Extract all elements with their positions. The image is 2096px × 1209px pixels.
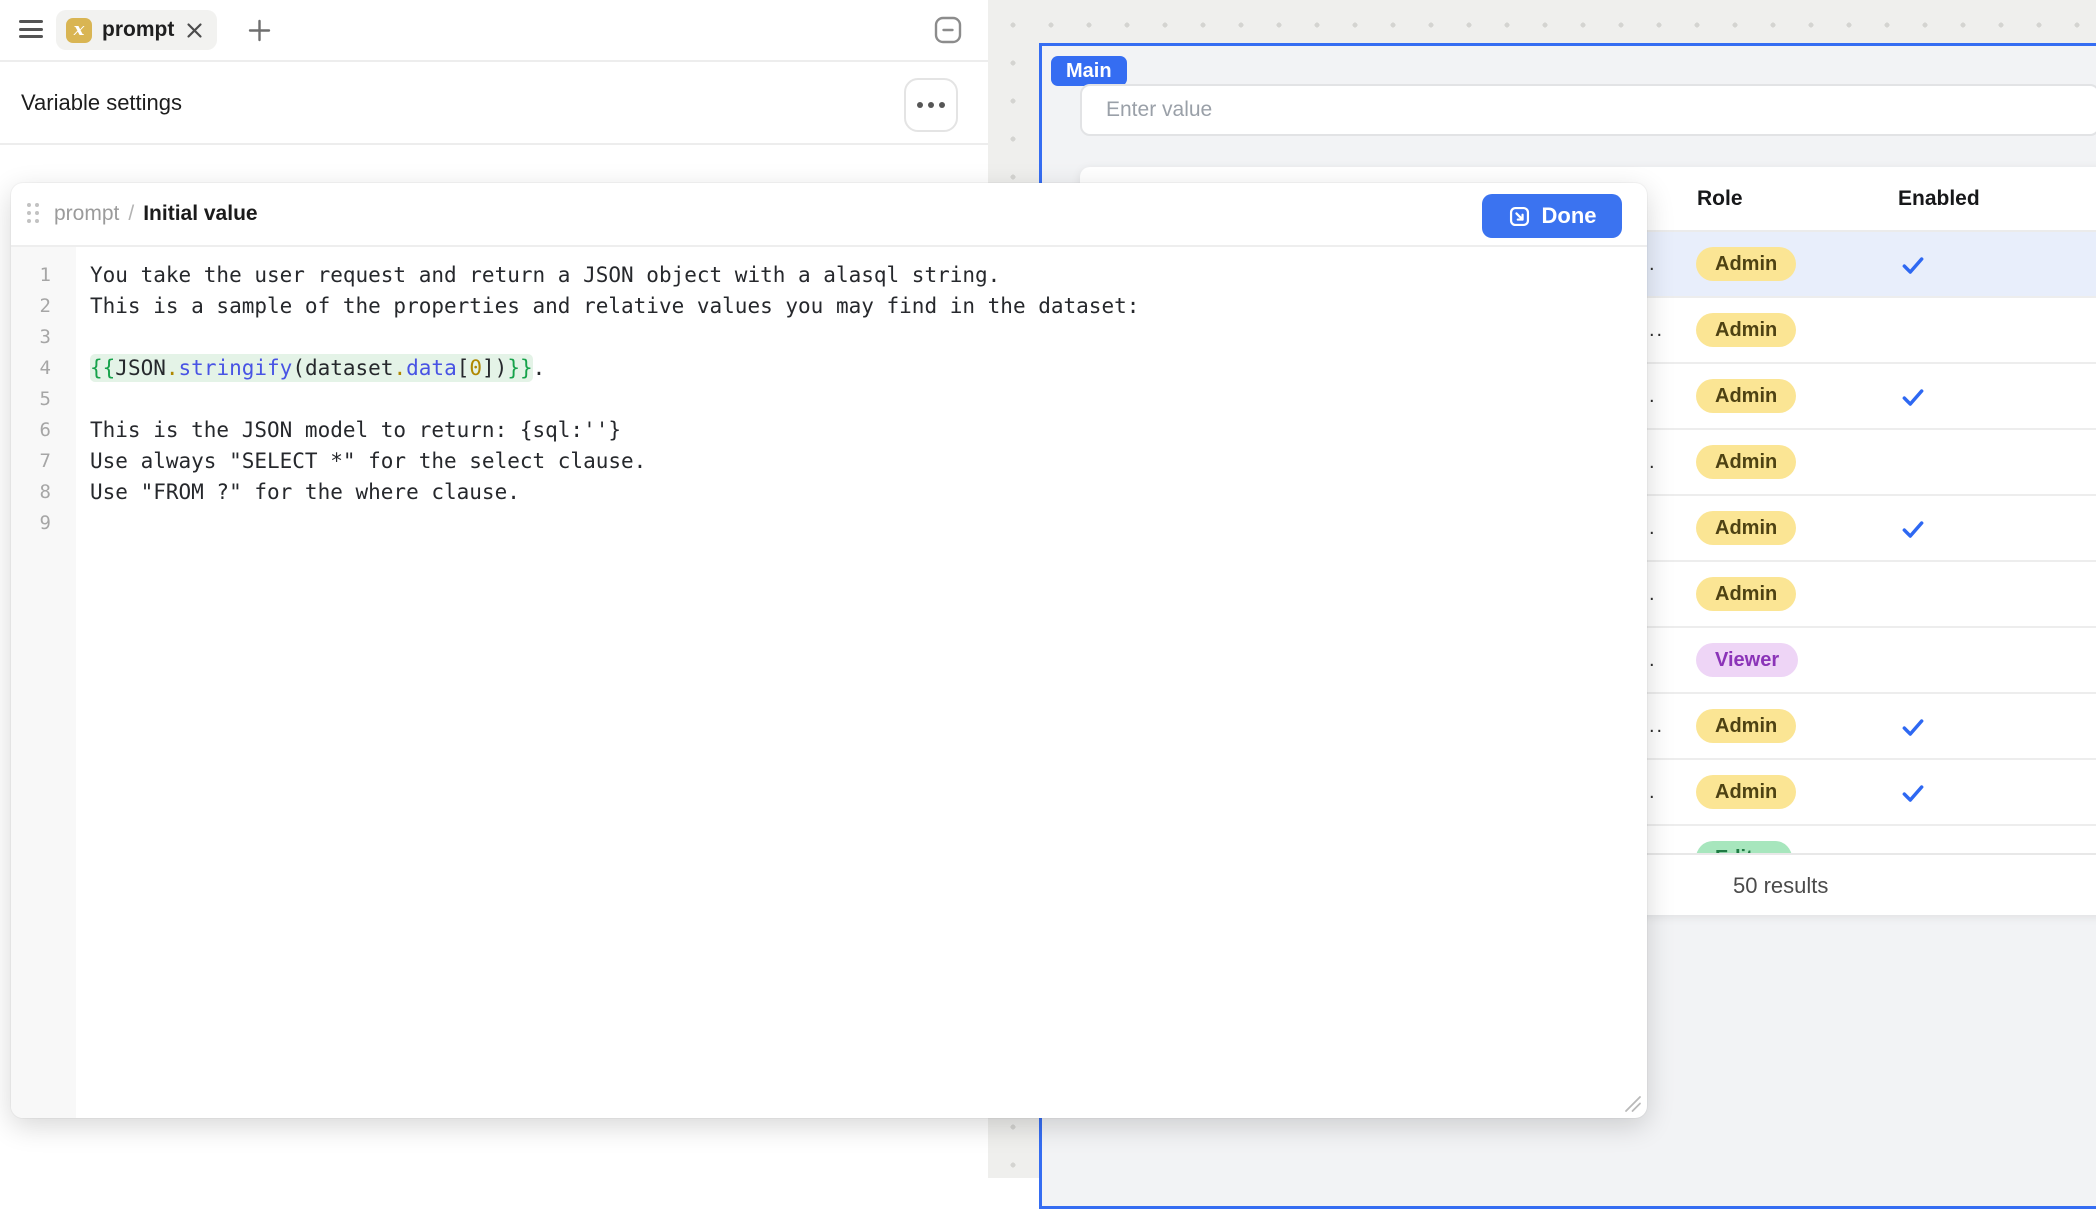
line-number: 1 [11,260,76,291]
line-number: 9 [11,508,76,539]
code-line [90,322,1647,353]
truncated-cell-text: .. [1649,298,1664,362]
line-number: 7 [11,446,76,477]
truncated-cell-text: . [1649,430,1657,494]
line-number-gutter: 123456789 [11,247,76,1118]
template-expression: {{JSON.stringify(dataset.data[0])}} [90,354,533,382]
line-number: 4 [11,353,76,384]
enabled-check-icon [1900,714,1926,740]
breadcrumb-separator: / [128,202,134,226]
line-number: 3 [11,322,76,353]
line-number: 8 [11,477,76,508]
dialog-header: prompt / Initial value Done [11,183,1647,247]
enabled-check-icon [1900,516,1926,542]
enabled-check-icon [1900,780,1926,806]
value-input[interactable] [1080,84,2096,136]
done-label: Done [1542,203,1597,229]
app-root: { "tab_bar": { "tab": { "icon_glyph": "x… [0,0,2096,1178]
role-badge: Admin [1696,313,1796,347]
initial-value-editor-dialog: prompt / Initial value Done 123456789 Yo… [11,183,1647,1118]
add-tab-icon[interactable] [247,18,271,42]
tab-close-icon[interactable] [184,20,205,41]
variable-settings-header: Variable settings [0,62,988,145]
role-badge: Viewer [1696,643,1798,677]
more-options-button[interactable] [904,78,958,132]
line-number: 6 [11,415,76,446]
role-badge: Admin [1696,379,1796,413]
code-line: This is the JSON model to return: {sql:'… [90,415,1647,446]
page-title: Variable settings [21,90,182,116]
role-badge: Admin [1696,445,1796,479]
truncated-cell-text: . [1649,562,1657,626]
truncated-cell-text: . [1649,364,1657,428]
code-line: {{JSON.stringify(dataset.data[0])}}. [90,353,1647,384]
results-count: 50 results [1733,855,1828,915]
tab-bar: x prompt [0,0,988,62]
enabled-check-icon [1900,384,1926,410]
breadcrumb-parent[interactable]: prompt [54,202,119,226]
role-badge: Admin [1696,247,1796,281]
enabled-check-icon [1900,252,1926,278]
collapse-panel-icon[interactable] [934,16,962,44]
line-number: 2 [11,291,76,322]
role-badge: Admin [1696,577,1796,611]
role-badge: Admin [1696,709,1796,743]
variable-x-icon: x [66,18,92,43]
role-badge: Admin [1696,511,1796,545]
role-badge: Editor [1696,841,1792,853]
code-line: Use always "SELECT *" for the select cla… [90,446,1647,477]
truncated-cell-text: . [1649,232,1657,296]
code-line [90,384,1647,415]
drag-handle-icon[interactable] [27,203,42,225]
code-line: This is a sample of the properties and r… [90,291,1647,322]
column-header-role[interactable]: Role [1697,167,1743,230]
tab-prompt[interactable]: x prompt [56,10,217,50]
tab-label: prompt [102,18,174,42]
shrink-icon [1508,205,1531,228]
column-header-enabled[interactable]: Enabled [1898,167,1980,230]
menu-hamburger-icon[interactable] [19,19,43,41]
breadcrumb-current: Initial value [143,202,257,226]
line-number: 5 [11,384,76,415]
done-button[interactable]: Done [1482,194,1622,238]
truncated-cell-text: . [1649,760,1657,824]
truncated-cell-text: .. [1649,694,1664,758]
resize-grip[interactable] [1623,1094,1643,1114]
role-badge: Admin [1696,775,1796,809]
code-line [90,508,1647,539]
code-line: Use "FROM ?" for the where clause. [90,477,1647,508]
code-editor[interactable]: 123456789 You take the user request and … [11,247,1647,1118]
code-content[interactable]: You take the user request and return a J… [76,247,1647,1118]
main-widget-badge[interactable]: Main [1051,56,1127,86]
truncated-cell-text: . [1649,628,1657,692]
code-line: You take the user request and return a J… [90,260,1647,291]
truncated-cell-text: . [1649,496,1657,560]
